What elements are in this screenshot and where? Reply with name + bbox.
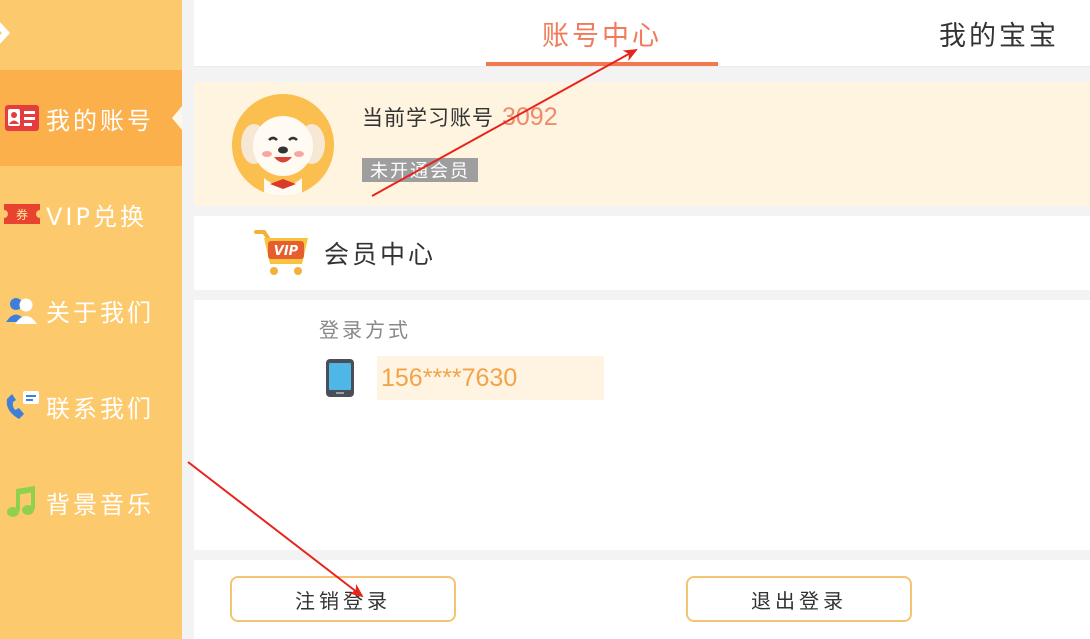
sidebar-item-my-account[interactable]: 我的账号 <box>0 70 182 166</box>
mobile-phone-icon <box>326 359 354 397</box>
sidebar-item-label: VIP兑换 <box>46 202 147 231</box>
sidebar-item-label: 我的账号 <box>46 106 154 135</box>
tab-my-baby[interactable]: 我的宝宝 <box>899 0 1090 66</box>
login-method-title: 登录方式 <box>319 318 411 342</box>
login-method-panel: 登录方式 156****7630 <box>194 300 1090 550</box>
coupon-icon: 券 <box>3 195 41 233</box>
active-tab-underline <box>486 62 718 66</box>
account-id: 3092 <box>502 103 558 131</box>
member-status-badge: 未开通会员 <box>362 158 478 182</box>
sidebar-item-label: 联系我们 <box>46 394 154 423</box>
account-card-icon <box>3 99 41 137</box>
cancel-account-button[interactable]: 注销登录 <box>230 576 456 622</box>
profile-card: 当前学习账号 3092 未开通会员 <box>194 82 1090 206</box>
sidebar-item-contact-us[interactable]: 联系我们 <box>0 358 182 454</box>
sidebar-item-vip-exchange[interactable]: 券 VIP兑换 <box>0 166 182 262</box>
active-indicator <box>172 106 182 130</box>
account-line: 当前学习账号 3092 <box>362 102 558 132</box>
music-note-icon <box>3 483 41 521</box>
svg-text:券: 券 <box>16 207 28 222</box>
sidebar-item-background-music[interactable]: 背景音乐 <box>0 454 182 550</box>
phone-message-icon <box>3 387 41 425</box>
tab-account-center[interactable]: 账号中心 <box>486 0 718 66</box>
avatar[interactable] <box>232 94 334 196</box>
sidebar-item-label: 关于我们 <box>46 298 154 327</box>
vip-center-row[interactable]: VIP 会员中心 <box>194 216 1090 290</box>
account-label: 当前学习账号 <box>362 106 494 130</box>
bottom-action-bar: 注销登录 退出登录 <box>194 560 1090 639</box>
logout-button[interactable]: 退出登录 <box>686 576 912 622</box>
vip-cart-icon: VIP <box>254 230 308 275</box>
sidebar: 我的账号 券 VIP兑换 关于我们 联系我们 背景音乐 <box>0 0 182 639</box>
sidebar-item-about-us[interactable]: 关于我们 <box>0 262 182 358</box>
header-tabs: 账号中心 我的宝宝 <box>194 0 1090 67</box>
phone-number-field: 156****7630 <box>377 356 604 400</box>
vip-icon-text: VIP <box>274 244 299 259</box>
back-icon[interactable] <box>0 16 12 50</box>
people-icon <box>3 291 41 329</box>
sidebar-item-label: 背景音乐 <box>46 490 154 519</box>
vip-center-label: 会员中心 <box>324 240 437 269</box>
